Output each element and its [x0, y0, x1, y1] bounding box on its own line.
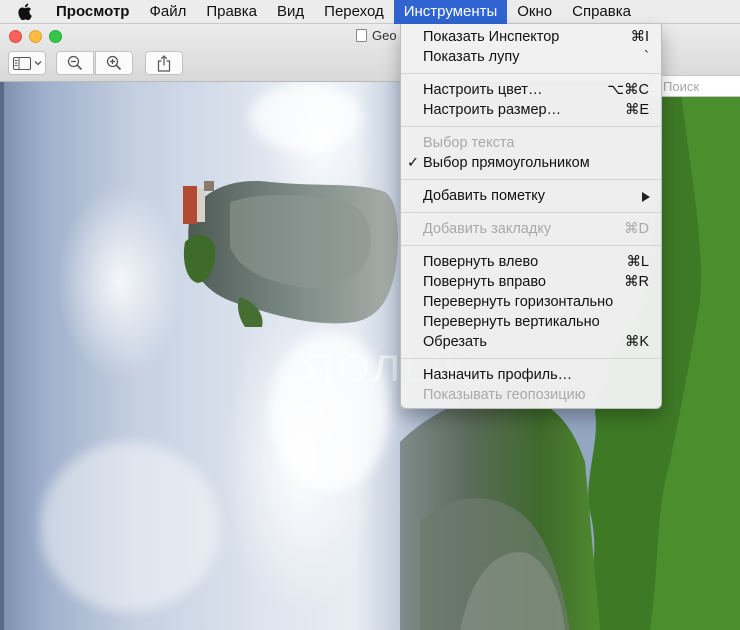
- tools-menu-item[interactable]: Обрезать ⌘K: [401, 332, 661, 352]
- menu-item-label: Обрезать: [423, 334, 487, 350]
- tools-menu-item[interactable]: Повернуть вправо ⌘R: [401, 272, 661, 292]
- zoom-in-icon: [106, 55, 122, 71]
- menu-item-label: Настроить цвет…: [423, 82, 543, 98]
- tools-menu-item[interactable]: Перевернуть горизонтально: [401, 292, 661, 312]
- document-title[interactable]: Geo: [356, 28, 397, 43]
- menu-item-shortcut: ⌘E: [624, 102, 649, 118]
- tools-menu-item[interactable]: ✓ Выбор прямоугольником: [401, 153, 661, 173]
- submenu-arrow-icon: [642, 192, 650, 202]
- menu-item-label: Показывать геопозицию: [423, 387, 586, 403]
- tools-menu-item[interactable]: Показать лупу `: [401, 47, 661, 67]
- menu-window[interactable]: Окно: [507, 0, 562, 24]
- tools-menu-item[interactable]: Перевернуть вертикально: [401, 312, 661, 332]
- menu-item-label: Повернуть вправо: [423, 274, 546, 290]
- menu-item-shortcut: `: [644, 49, 649, 65]
- tools-menu-item[interactable]: Добавить пометку: [401, 186, 661, 206]
- minimize-window-button[interactable]: [29, 30, 42, 43]
- menu-separator: [401, 67, 661, 80]
- menu-item-shortcut: ⌘K: [624, 334, 649, 350]
- menu-bar: Просмотр Файл Правка Вид Переход Инструм…: [0, 0, 740, 24]
- tools-menu-item[interactable]: Настроить цвет… ⌥⌘C: [401, 80, 661, 100]
- close-window-button[interactable]: [9, 30, 22, 43]
- menu-item-label: Выбор прямоугольником: [423, 155, 590, 171]
- tools-menu-item: Добавить закладку ⌘D: [401, 219, 661, 239]
- chevron-down-icon: [34, 61, 41, 66]
- menu-edit[interactable]: Правка: [196, 0, 267, 24]
- tools-menu-item[interactable]: Назначить профиль…: [401, 365, 661, 385]
- menu-separator: [401, 206, 661, 219]
- menu-separator: [401, 239, 661, 252]
- menu-item-label: Выбор текста: [423, 135, 515, 151]
- menu-tools[interactable]: Инструменты: [393, 0, 508, 24]
- document-title-text: Geo: [372, 28, 397, 43]
- menu-item-label: Добавить закладку: [423, 221, 552, 237]
- menu-help[interactable]: Справка: [562, 0, 641, 24]
- apple-menu-icon[interactable]: [0, 0, 48, 24]
- menu-item-label: Перевернуть вертикально: [423, 314, 600, 330]
- menu-item-label: Настроить размер…: [423, 102, 562, 118]
- zoom-out-button[interactable]: [56, 51, 94, 75]
- menu-separator: [401, 352, 661, 365]
- menu-separator: [401, 173, 661, 186]
- menu-item-label: Перевернуть горизонтально: [423, 294, 614, 310]
- tools-menu-item[interactable]: Повернуть влево ⌘L: [401, 252, 661, 272]
- menu-item-shortcut: ⌘R: [624, 274, 649, 290]
- document-icon: [356, 29, 367, 42]
- menu-item-shortcut: ⌘L: [626, 254, 649, 270]
- sidebar-icon: [12, 56, 31, 70]
- menu-separator: [401, 120, 661, 133]
- menu-item-shortcut: ⌥⌘C: [607, 82, 649, 98]
- menu-item-shortcut: ⌘I: [630, 29, 649, 45]
- checkmark-icon: ✓: [407, 155, 420, 171]
- menu-item-label: Назначить профиль…: [423, 367, 573, 383]
- zoom-out-icon: [67, 55, 83, 71]
- share-icon: [157, 54, 171, 72]
- menu-item-label: Добавить пометку: [423, 188, 545, 204]
- tools-menu-item: Показывать геопозицию: [401, 385, 661, 405]
- menu-item-label: Показать лупу: [423, 49, 520, 65]
- menu-app-name[interactable]: Просмотр: [48, 0, 139, 24]
- zoom-in-button[interactable]: [95, 51, 133, 75]
- tools-menu-dropdown: Показать Инспектор ⌘I Показать лупу ` Настро…: [400, 24, 662, 409]
- apple-logo-icon: [17, 3, 32, 20]
- menu-view[interactable]: Вид: [267, 0, 314, 24]
- menu-item-shortcut: ⌘D: [624, 221, 649, 237]
- sidebar-toggle-button[interactable]: [8, 51, 46, 75]
- menu-item-label: Показать Инспектор: [423, 29, 560, 45]
- tools-menu-item[interactable]: Показать Инспектор ⌘I: [401, 27, 661, 47]
- menu-file[interactable]: Файл: [139, 0, 196, 24]
- menu-item-label: Повернуть влево: [423, 254, 539, 270]
- share-button[interactable]: [145, 51, 183, 75]
- tools-menu-item[interactable]: Настроить размер… ⌘E: [401, 100, 661, 120]
- cloud: [250, 82, 360, 152]
- fullscreen-window-button[interactable]: [49, 30, 62, 43]
- tools-menu-item: Выбор текста: [401, 133, 661, 153]
- cloud: [40, 442, 220, 612]
- menu-go[interactable]: Переход: [314, 0, 394, 24]
